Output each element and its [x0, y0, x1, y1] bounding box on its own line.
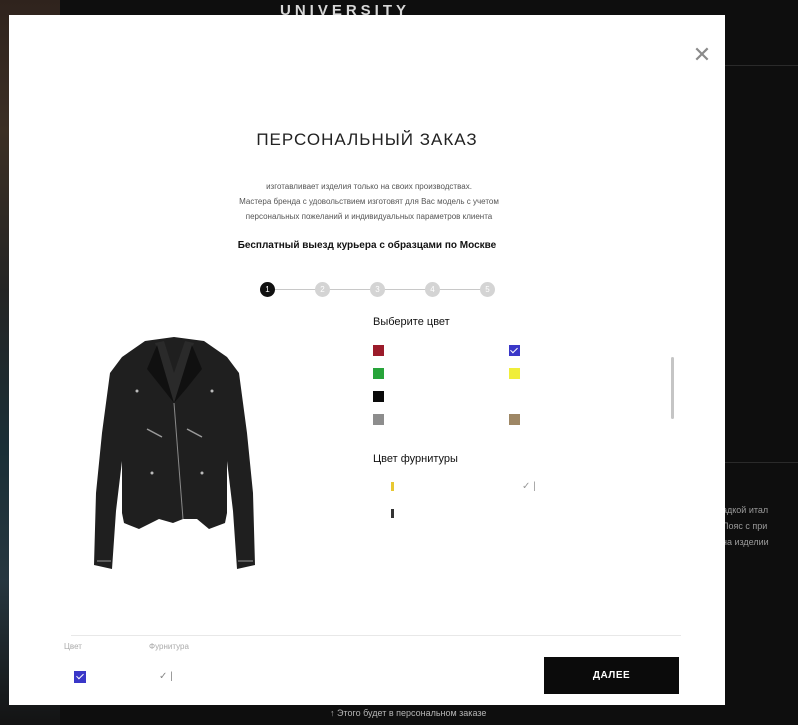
- summary-hardware-label: Фурнитура: [149, 642, 189, 651]
- color-swatch-beige[interactable]: [509, 414, 520, 425]
- step-2[interactable]: 2: [315, 282, 330, 297]
- step-5[interactable]: 5: [480, 282, 495, 297]
- step-indicator: 1 2 3 4 5: [260, 282, 500, 298]
- background-divider: [725, 462, 798, 463]
- background-bottom-text: ↑ Этого будет в персональном заказе: [330, 708, 487, 718]
- courier-note: Бесплатный выезд курьера с образцами по …: [237, 240, 497, 251]
- background-text-line: адкой итал: [722, 505, 769, 515]
- color-swatch-yellow[interactable]: [509, 368, 520, 379]
- personal-order-modal: ✕ ПЕРСОНАЛЬНЫЙ ЗАКАЗ изготавливает издел…: [9, 15, 725, 705]
- color-swatch-green[interactable]: [373, 368, 384, 379]
- step-1[interactable]: 1: [260, 282, 275, 297]
- color-swatch-gray[interactable]: [373, 414, 384, 425]
- color-swatch-blue[interactable]: [509, 345, 520, 356]
- summary-color-label: Цвет: [64, 642, 82, 651]
- step-3[interactable]: 3: [370, 282, 385, 297]
- modal-title: ПЕРСОНАЛЬНЫЙ ЗАКАЗ: [256, 130, 478, 149]
- color-section-label: Выберите цвет: [373, 316, 450, 328]
- background-text-line: Пояс с при: [722, 521, 768, 531]
- color-swatch-red[interactable]: [373, 345, 384, 356]
- next-button[interactable]: ДАЛЕЕ: [544, 657, 679, 694]
- background-product-text: адкой итал Пояс с при на изделии: [722, 502, 798, 550]
- summary-divider: [71, 635, 681, 636]
- color-list-scrollbar[interactable]: [671, 357, 674, 419]
- site-logo: UNIVERSITY: [280, 2, 411, 19]
- hardware-option-silver[interactable]: ✓ |: [522, 481, 536, 492]
- step-4[interactable]: 4: [425, 282, 440, 297]
- hardware-option-gold[interactable]: [391, 482, 394, 491]
- background-text-line: на изделии: [722, 537, 769, 547]
- background-divider: [725, 65, 798, 66]
- jacket-image: [94, 337, 255, 569]
- close-icon[interactable]: ✕: [692, 44, 712, 66]
- description-line: изготавливает изделия только на своих пр…: [266, 182, 472, 191]
- description-line: Мастера бренда с удовольствием изготовят…: [239, 197, 499, 206]
- hardware-option-black[interactable]: [391, 509, 394, 518]
- description-line: персональных пожеланий и индивидуальных …: [245, 212, 493, 221]
- hardware-section-label: Цвет фурнитуры: [373, 453, 458, 465]
- summary-color-swatch: [74, 671, 86, 683]
- color-swatch-black[interactable]: [373, 391, 384, 402]
- modal-description: изготавливает изделия только на своих пр…: [159, 179, 579, 224]
- summary-hardware-value: ✓ |: [159, 671, 173, 682]
